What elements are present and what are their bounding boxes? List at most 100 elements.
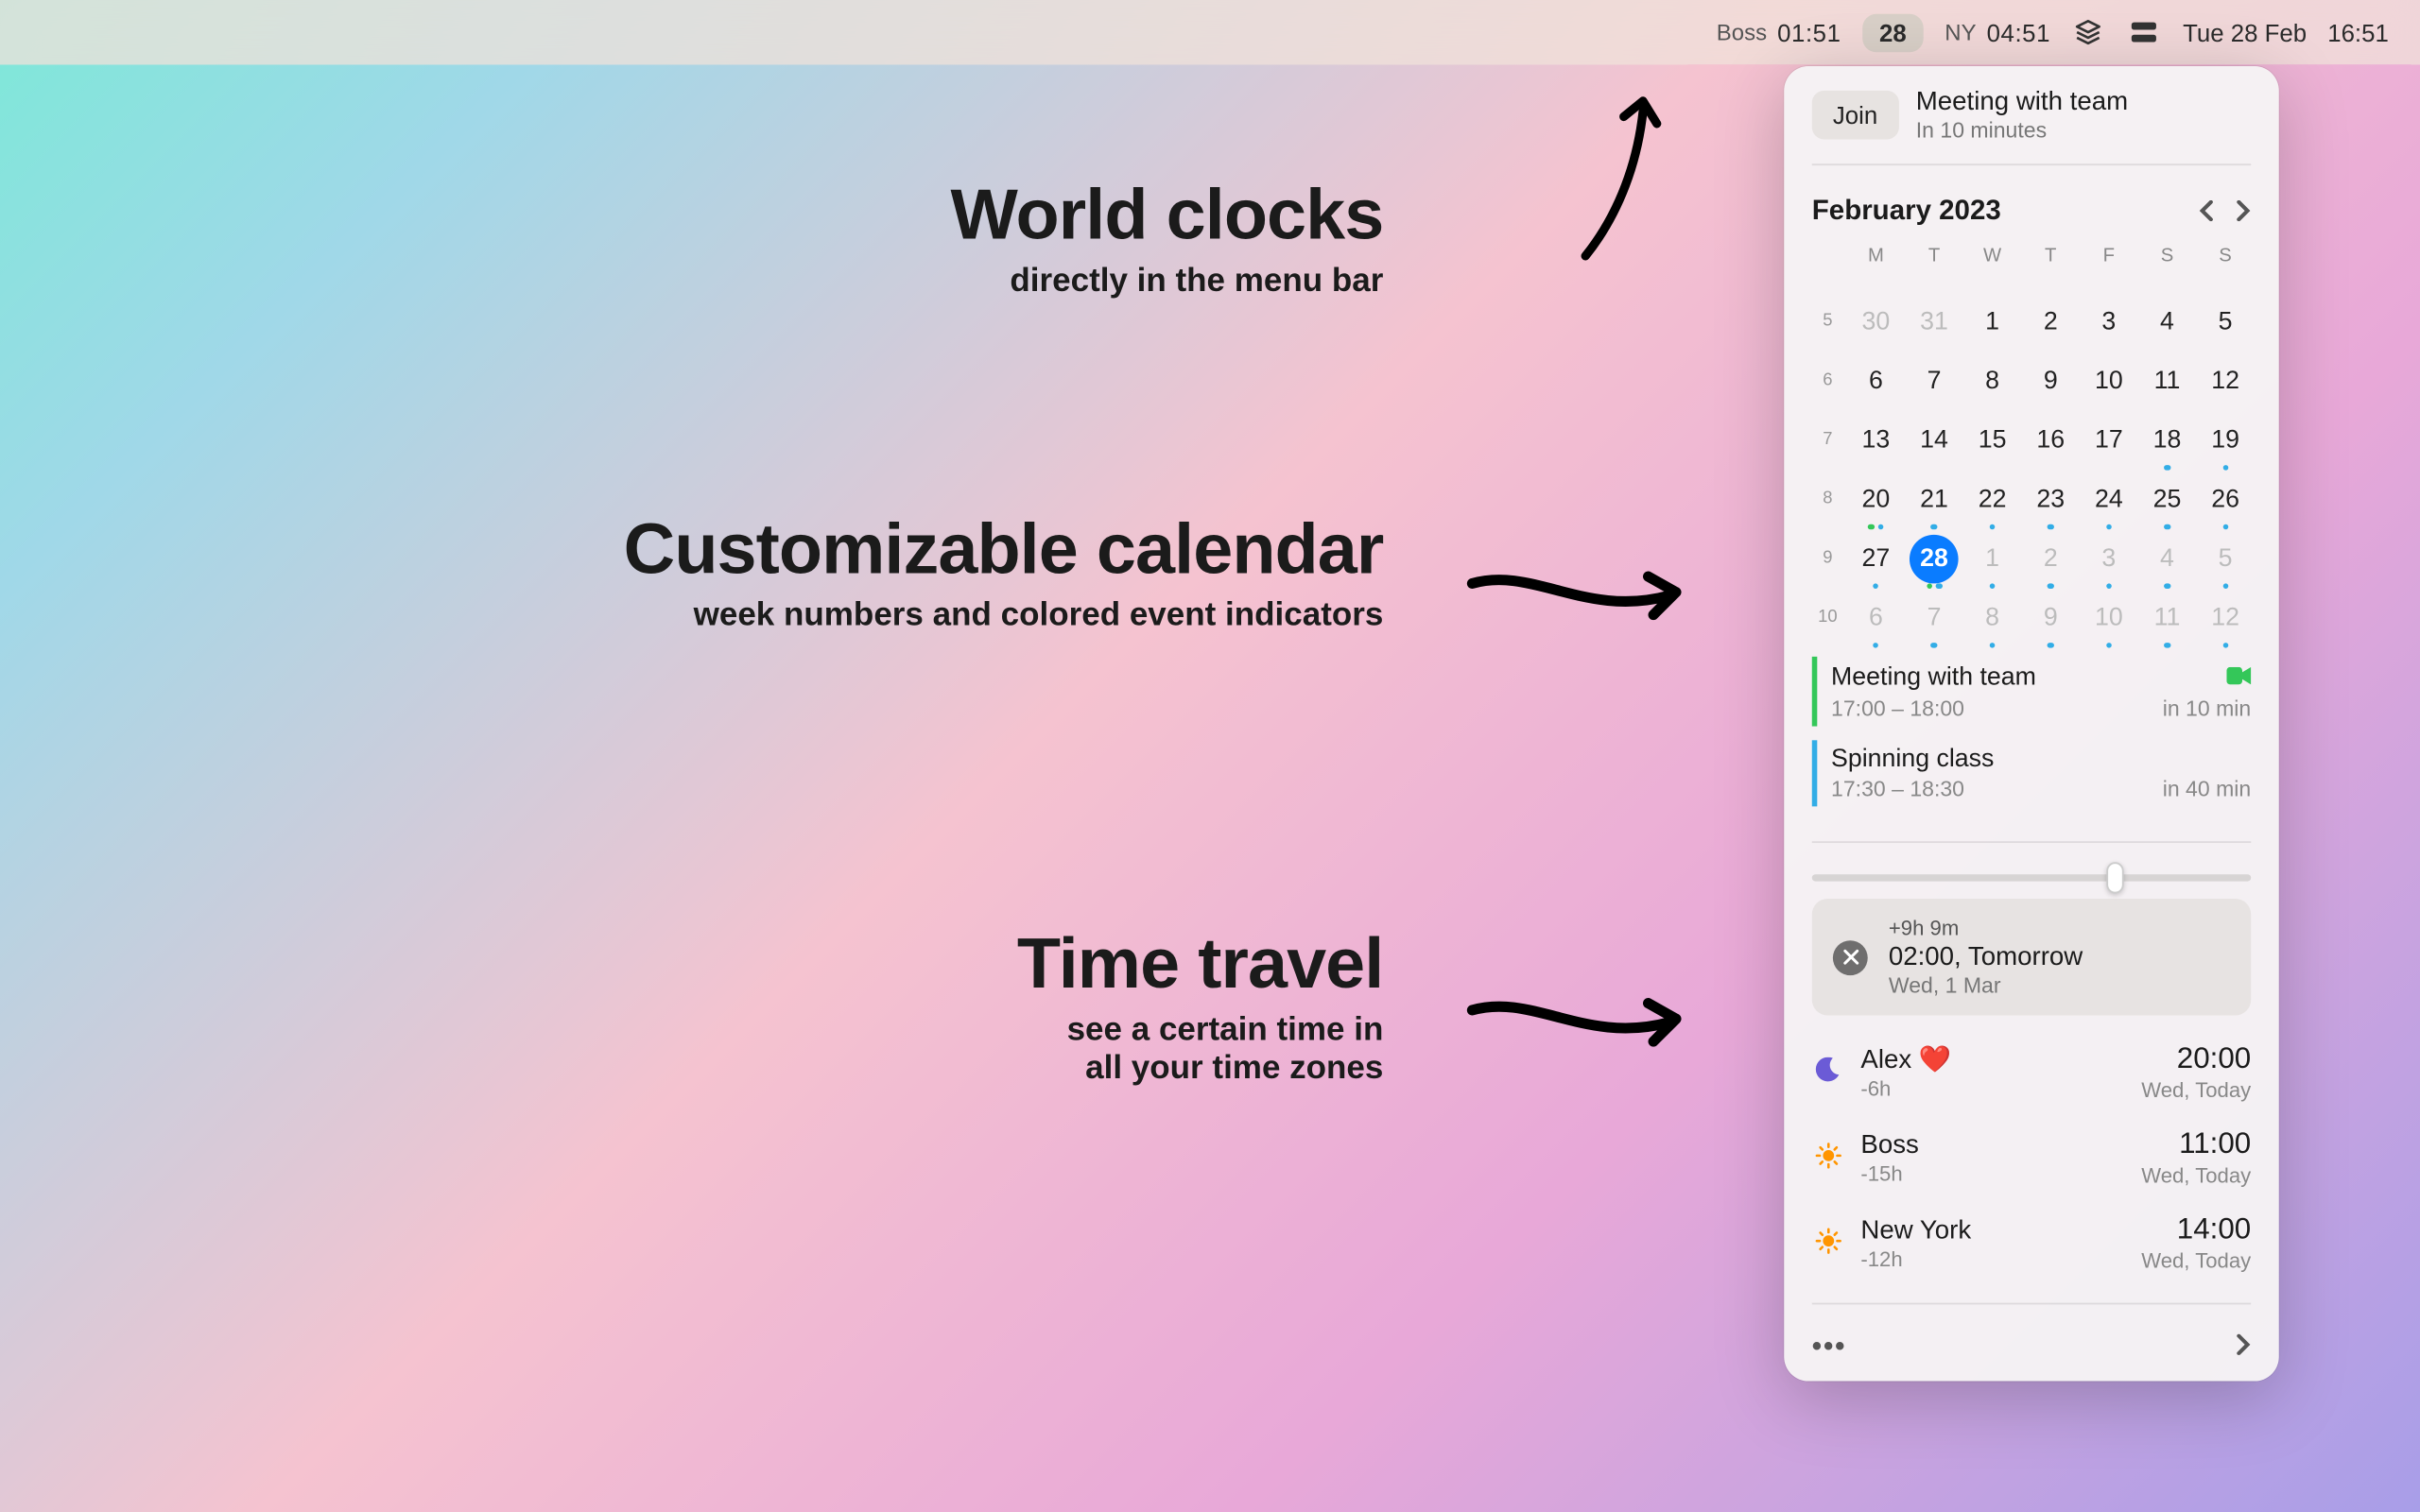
arrow-icon [1463, 558, 1690, 627]
stack-icon[interactable] [2071, 15, 2106, 50]
calendar-day[interactable]: 5 [2219, 531, 2233, 587]
calendar-month-title: February 2023 [1812, 197, 2001, 228]
week-number: 5 [1808, 294, 1847, 346]
menu-date[interactable]: Tue 28 Feb [2183, 18, 2307, 45]
event-dots [2048, 642, 2053, 647]
annotation-title: Time travel [1017, 923, 1384, 1005]
calendar-day[interactable]: 10 [2095, 591, 2123, 646]
calendar-day[interactable]: 17 [2095, 413, 2123, 469]
calendar-day[interactable]: 20 [1862, 472, 1891, 527]
calendar-day[interactable]: 15 [1979, 413, 2007, 469]
calendar-day[interactable]: 24 [2095, 472, 2123, 527]
calendar-day[interactable]: 30 [1862, 294, 1891, 350]
close-icon[interactable] [1833, 939, 1868, 974]
timezone-row[interactable]: Alex ❤️-6h20:00Wed, Today [1812, 1029, 2251, 1114]
calendar-day[interactable]: 1 [1985, 531, 1999, 587]
world-clock-boss[interactable]: Boss 01:51 [1717, 18, 1841, 45]
calendar-day[interactable]: 12 [2211, 353, 2239, 409]
calendar-day[interactable]: 26 [2211, 472, 2239, 527]
event-relative: in 40 min [2163, 777, 2252, 801]
event-dots [2222, 524, 2228, 529]
more-button[interactable]: ••• [1812, 1332, 1847, 1364]
calendar-day[interactable]: 2 [2044, 531, 2058, 587]
event-dots [2222, 464, 2228, 470]
calendar-day[interactable]: 8 [1985, 353, 1999, 409]
tt-sub: Wed, 1 Mar [1889, 973, 2083, 998]
event-item[interactable]: Spinning class17:30 – 18:30in 40 min [1812, 740, 2251, 806]
calendar-day[interactable]: 21 [1920, 472, 1948, 527]
calendar-day[interactable]: 12 [2211, 591, 2239, 646]
calendar-day[interactable]: 9 [2044, 353, 2058, 409]
calendar-day[interactable]: 6 [1869, 353, 1883, 409]
calendar-grid: MTWTFSS530311234566789101112713141516171… [1784, 238, 2278, 645]
event-dots [2048, 583, 2053, 589]
event-item[interactable]: Meeting with team17:00 – 18:00in 10 min [1812, 657, 2251, 727]
sun-icon [1812, 1142, 1843, 1173]
menu-time[interactable]: 16:51 [2327, 18, 2389, 45]
calendar-day[interactable]: 22 [1979, 472, 2007, 527]
week-number: 6 [1808, 353, 1847, 405]
calendar-day[interactable]: 27 [1862, 531, 1891, 587]
world-clock-ny[interactable]: NY 04:51 [1945, 18, 2050, 45]
calendar-day[interactable]: 23 [2036, 472, 2065, 527]
event-dots [2048, 524, 2053, 529]
next-month-button[interactable] [2236, 198, 2252, 226]
menu-date-badge[interactable]: 28 [1862, 13, 1925, 52]
chevron-right-icon[interactable] [2236, 1332, 2252, 1364]
calendar-day[interactable]: 13 [1862, 413, 1891, 469]
calendar-day[interactable]: 8 [1985, 591, 1999, 646]
time-travel-slider[interactable] [1784, 860, 2278, 899]
divider [1812, 841, 2251, 843]
calendar-day[interactable]: 2 [2044, 294, 2058, 350]
event-dots [1931, 524, 1937, 529]
annotation-world-clocks: World clocks directly in the menu bar [951, 174, 1384, 301]
event-dots [1989, 583, 1995, 589]
timezone-row[interactable]: New York-12h14:00Wed, Today [1812, 1200, 2251, 1285]
calendar-day[interactable]: 3 [2101, 294, 2116, 350]
clock-time: 01:51 [1777, 18, 1841, 45]
timezone-row[interactable]: Boss-15h11:00Wed, Today [1812, 1115, 2251, 1200]
calendar-day-header: T [2021, 238, 2080, 290]
calendar-day[interactable]: 5 [2219, 294, 2233, 350]
server-icon[interactable] [2127, 15, 2162, 50]
tz-name: Alex ❤️ [1860, 1043, 1951, 1074]
calendar-day[interactable]: 28 [1910, 535, 1959, 584]
event-title: Spinning class [1831, 746, 1994, 773]
event-dots [1989, 524, 1995, 529]
event-dots [2106, 583, 2112, 589]
calendar-day[interactable]: 16 [2036, 413, 2065, 469]
calendar-day[interactable]: 7 [1927, 591, 1942, 646]
calendar-day[interactable]: 4 [2160, 531, 2174, 587]
calendar-day[interactable]: 18 [2153, 413, 2182, 469]
divider [1812, 163, 2251, 165]
annotation-calendar: Customizable calendar week numbers and c… [624, 508, 1384, 636]
week-number: 8 [1808, 472, 1847, 524]
event-dots [2164, 642, 2169, 647]
event-dots [1931, 642, 1937, 647]
arrow-icon [1577, 91, 1664, 265]
calendar-day[interactable]: 7 [1927, 353, 1942, 409]
event-dots [2164, 583, 2169, 589]
calendar-day[interactable]: 10 [2095, 353, 2123, 409]
calendar-day[interactable]: 6 [1869, 591, 1883, 646]
tz-name: Boss [1860, 1129, 1918, 1159]
calendar-day[interactable]: 3 [2101, 531, 2116, 587]
calendar-day[interactable]: 11 [2154, 591, 2181, 646]
prev-month-button[interactable] [2199, 198, 2215, 226]
join-button[interactable]: Join [1812, 91, 1899, 140]
calendar-day[interactable]: 9 [2044, 591, 2058, 646]
calendar-day-header: M [1847, 238, 1906, 290]
calendar-day[interactable]: 14 [1920, 413, 1948, 469]
calendar-day[interactable]: 31 [1920, 294, 1948, 350]
calendar-day[interactable]: 11 [2154, 353, 2181, 409]
slider-thumb[interactable] [2106, 862, 2123, 893]
calendar-day-header: W [1963, 238, 2022, 290]
event-dots [2222, 583, 2228, 589]
annotation-sub: week numbers and colored event indicator… [624, 597, 1384, 636]
sun-icon [1812, 1227, 1843, 1258]
calendar-day[interactable]: 25 [2153, 472, 2182, 527]
calendar-day[interactable]: 1 [1985, 294, 1999, 350]
calendar-day[interactable]: 4 [2160, 294, 2174, 350]
annotation-time-travel: Time travel see a certain time in all yo… [1017, 923, 1384, 1089]
calendar-day[interactable]: 19 [2211, 413, 2239, 469]
